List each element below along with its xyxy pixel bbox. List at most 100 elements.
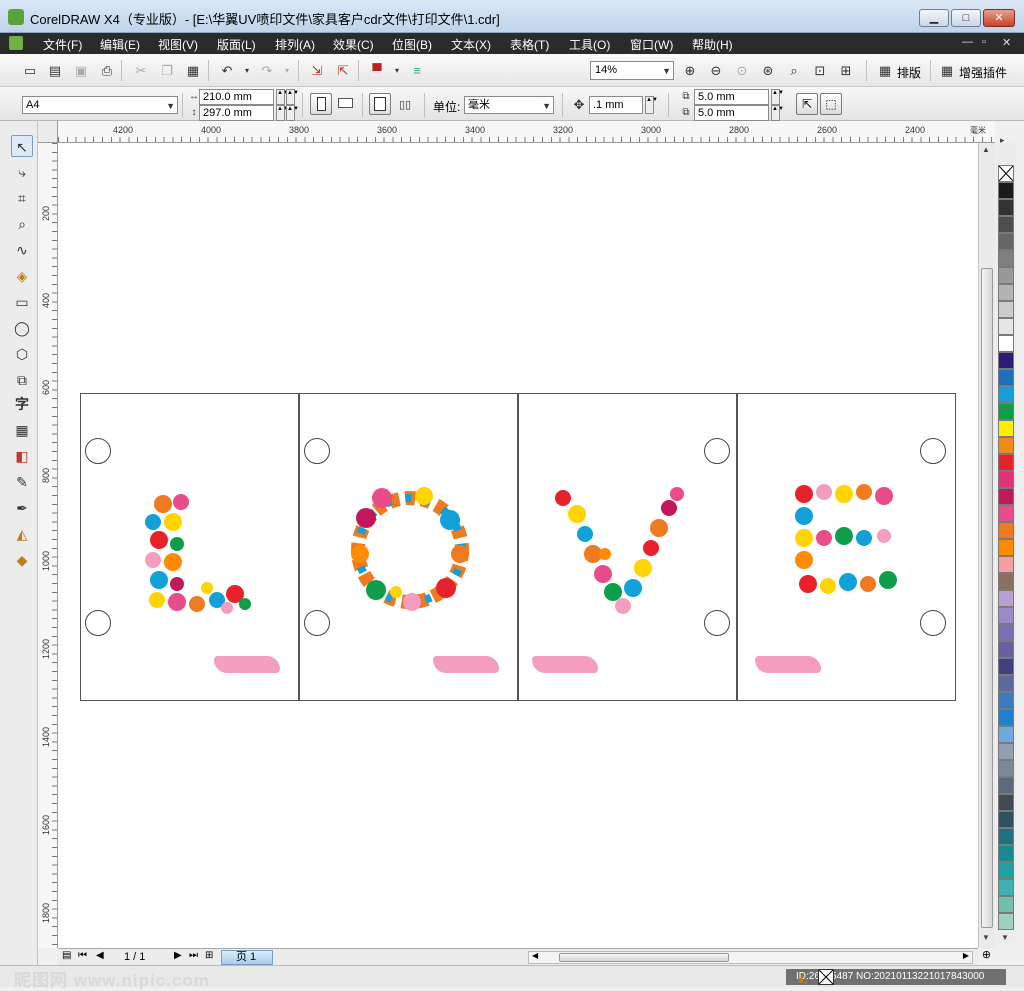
application-launcher-icon[interactable]: ▀ <box>368 62 386 80</box>
print-icon[interactable]: ⎙ <box>98 62 116 80</box>
fill-indicator-icon[interactable]: ◭ <box>798 970 807 984</box>
units-select[interactable]: 毫米 ▼ <box>464 96 554 114</box>
paper-size-select[interactable]: A4 ▼ <box>22 96 178 114</box>
nudge-spinner[interactable]: ▲▼ <box>645 96 658 114</box>
undo-dropdown-icon[interactable]: ▾ <box>238 62 256 80</box>
last-page-icon[interactable]: ⏭ <box>189 950 198 961</box>
zoom-in-icon[interactable]: ⊕ <box>681 62 699 80</box>
page-width-field[interactable]: 210.0 mm <box>199 89 274 105</box>
color-swatch[interactable] <box>998 607 1014 624</box>
width-spinner[interactable]: ▲▼ <box>276 89 289 105</box>
redo-dropdown-icon[interactable]: ▾ <box>278 62 296 80</box>
export-icon[interactable]: ⇱ <box>334 62 352 80</box>
outline-pen-tool-icon[interactable]: ✒ <box>11 497 33 519</box>
cut-icon[interactable]: ✂ <box>132 62 150 80</box>
next-page-icon[interactable]: ▶ <box>174 950 182 961</box>
all-pages-button[interactable] <box>369 93 391 115</box>
doc-close-icon[interactable]: ✕ <box>1002 36 1011 49</box>
outline-none-icon[interactable] <box>818 969 834 985</box>
color-swatch[interactable] <box>998 590 1014 607</box>
zoom-page-icon[interactable]: ⌕ <box>785 62 803 80</box>
color-swatch[interactable] <box>998 250 1014 267</box>
freehand-tool-icon[interactable]: ∿ <box>11 239 33 261</box>
close-button[interactable]: ✕ <box>983 9 1015 27</box>
nudge-distance-field[interactable]: .1 mm <box>589 96 643 114</box>
landscape-button[interactable] <box>338 98 353 108</box>
undo-icon[interactable]: ↶ <box>218 62 236 80</box>
zoom-all-objects-icon[interactable]: ⊛ <box>759 62 777 80</box>
color-swatch[interactable] <box>998 539 1014 556</box>
color-swatch[interactable] <box>998 726 1014 743</box>
table-tool-icon[interactable]: ▦ <box>11 419 33 441</box>
zoom-page-height-icon[interactable]: ⊞ <box>837 62 855 80</box>
plugin-icon[interactable]: ▦ <box>938 62 956 80</box>
menu-view[interactable]: 视图(V) <box>158 36 198 53</box>
color-swatch[interactable] <box>998 216 1014 233</box>
color-swatch[interactable] <box>998 505 1014 522</box>
vertical-scroll-thumb[interactable] <box>981 268 993 928</box>
layout-icon[interactable]: ▦ <box>876 62 894 80</box>
crop-tool-icon[interactable]: ⌗ <box>11 187 33 209</box>
first-page-icon[interactable]: ⏮ <box>78 950 87 961</box>
ellipse-tool-icon[interactable]: ◯ <box>11 317 33 339</box>
color-swatch[interactable] <box>998 862 1014 879</box>
color-swatch[interactable] <box>998 454 1014 471</box>
color-swatch[interactable] <box>998 896 1014 913</box>
interactive-blend-tool-icon[interactable]: ◧ <box>11 445 33 467</box>
color-swatch[interactable] <box>998 488 1014 505</box>
color-swatch[interactable] <box>998 658 1014 675</box>
menu-tools[interactable]: 工具(O) <box>569 36 610 53</box>
pick-tool-icon[interactable]: ↖ <box>11 135 33 157</box>
zoom-level-select[interactable]: 14% ▼ <box>590 61 674 80</box>
palette-scroll-down-icon[interactable]: ▼ <box>1001 933 1009 942</box>
menu-edit[interactable]: 编辑(E) <box>100 36 140 53</box>
portrait-button[interactable] <box>310 93 332 115</box>
horizontal-scrollbar[interactable]: ◀ ▶ <box>528 951 973 964</box>
new-file-icon[interactable]: ▭ <box>21 62 39 80</box>
polygon-tool-icon[interactable]: ⬡ <box>11 343 33 365</box>
previous-page-icon[interactable]: ◀ <box>96 950 104 961</box>
paste-icon[interactable]: ▦ <box>184 62 202 80</box>
color-swatch[interactable] <box>998 233 1014 250</box>
zoom-out-icon[interactable]: ⊖ <box>707 62 725 80</box>
menu-bitmaps[interactable]: 位图(B) <box>392 36 432 53</box>
add-page-icon[interactable]: ⊞ <box>205 950 213 961</box>
color-swatch[interactable] <box>998 692 1014 709</box>
duplicate-x-spinner[interactable]: ▲▼ <box>771 89 784 105</box>
width-lock[interactable]: ▲▼ <box>286 89 299 105</box>
color-swatch[interactable] <box>998 743 1014 760</box>
fill-tool-icon[interactable]: ◭ <box>11 523 33 545</box>
color-swatch[interactable] <box>998 556 1014 573</box>
interactive-fill-tool-icon[interactable]: ◆ <box>11 549 33 571</box>
menu-arrange[interactable]: 排列(A) <box>275 36 315 53</box>
navigator-icon[interactable]: ⊕ <box>978 948 995 965</box>
color-swatch[interactable] <box>998 386 1014 403</box>
zoom-selected-icon[interactable]: ⊙ <box>733 62 751 80</box>
artwork-panel-1[interactable] <box>80 393 299 701</box>
duplicate-x-field[interactable]: 5.0 mm <box>694 89 769 105</box>
ruler-origin[interactable] <box>38 121 58 143</box>
color-swatch[interactable] <box>998 641 1014 658</box>
color-swatch[interactable] <box>998 335 1014 352</box>
color-swatch[interactable] <box>998 318 1014 335</box>
drawing-canvas[interactable] <box>58 143 978 948</box>
artwork-panel-3[interactable] <box>518 393 737 701</box>
color-swatch[interactable] <box>998 437 1014 454</box>
scroll-right-icon[interactable]: ▶ <box>963 951 969 960</box>
color-swatch[interactable] <box>998 811 1014 828</box>
duplicate-y-spinner[interactable]: ▲▼ <box>771 105 784 121</box>
rectangle-tool-icon[interactable]: ▭ <box>11 291 33 313</box>
menu-window[interactable]: 窗口(W) <box>630 36 673 53</box>
no-color-swatch[interactable] <box>998 165 1014 182</box>
color-swatch[interactable] <box>998 182 1014 199</box>
snap-objects-button[interactable]: ⬚ <box>820 93 842 115</box>
zoom-page-width-icon[interactable]: ⊡ <box>811 62 829 80</box>
color-swatch[interactable] <box>998 471 1014 488</box>
color-swatch[interactable] <box>998 624 1014 641</box>
color-swatch[interactable] <box>998 301 1014 318</box>
color-swatch[interactable] <box>998 267 1014 284</box>
page-options-icon[interactable]: ▤ <box>62 950 71 961</box>
horizontal-scroll-thumb[interactable] <box>559 953 729 962</box>
artwork-panel-2[interactable] <box>299 393 518 701</box>
color-swatch[interactable] <box>998 760 1014 777</box>
